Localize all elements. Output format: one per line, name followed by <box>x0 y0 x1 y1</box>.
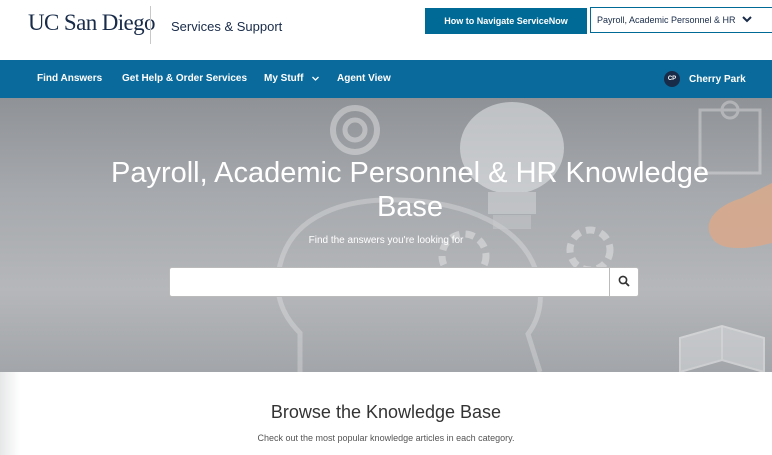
uc-san-diego-logo[interactable]: UC San Diego <box>28 10 156 36</box>
book-icon <box>679 324 765 372</box>
user-menu[interactable]: CP Cherry Park <box>664 60 746 98</box>
search-icon <box>618 275 630 290</box>
caret-down-icon <box>312 73 320 84</box>
knowledge-base-selector[interactable]: Payroll, Academic Personnel & HR <box>590 7 772 33</box>
site-name[interactable]: Services & Support <box>171 19 282 34</box>
browse-subtitle: Check out the most popular knowledge art… <box>257 433 515 443</box>
main-navigation: Find Answers Get Help & Order Services M… <box>0 60 772 98</box>
chevron-down-icon <box>741 15 752 26</box>
hero-title-line-2: Base <box>376 191 444 223</box>
knowledge-search-input[interactable] <box>169 267 610 297</box>
nav-get-help-order-services[interactable]: Get Help & Order Services <box>122 60 247 98</box>
hero-subtitle: Find the answers you're looking for <box>308 235 464 246</box>
nav-agent-view[interactable]: Agent View <box>337 60 391 98</box>
nav-find-answers[interactable]: Find Answers <box>37 60 102 98</box>
logo-divider <box>150 6 151 44</box>
user-name: Cherry Park <box>689 73 746 85</box>
hero-title-line-1: Payroll, Academic Personnel & HR Knowled… <box>110 157 710 189</box>
search-button[interactable] <box>609 267 639 297</box>
kb-selector-value: Payroll, Academic Personnel & HR <box>597 15 736 25</box>
nav-my-stuff-label: My Stuff <box>264 73 304 84</box>
nav-my-stuff[interactable]: My Stuff <box>264 60 320 98</box>
browse-title: Browse the Knowledge Base <box>270 402 502 422</box>
target-icon <box>330 105 380 155</box>
site-header: UC San Diego Services & Support How to N… <box>0 0 772 60</box>
avatar: CP <box>664 71 680 87</box>
how-to-navigate-button[interactable]: How to Navigate ServiceNow <box>425 8 587 34</box>
